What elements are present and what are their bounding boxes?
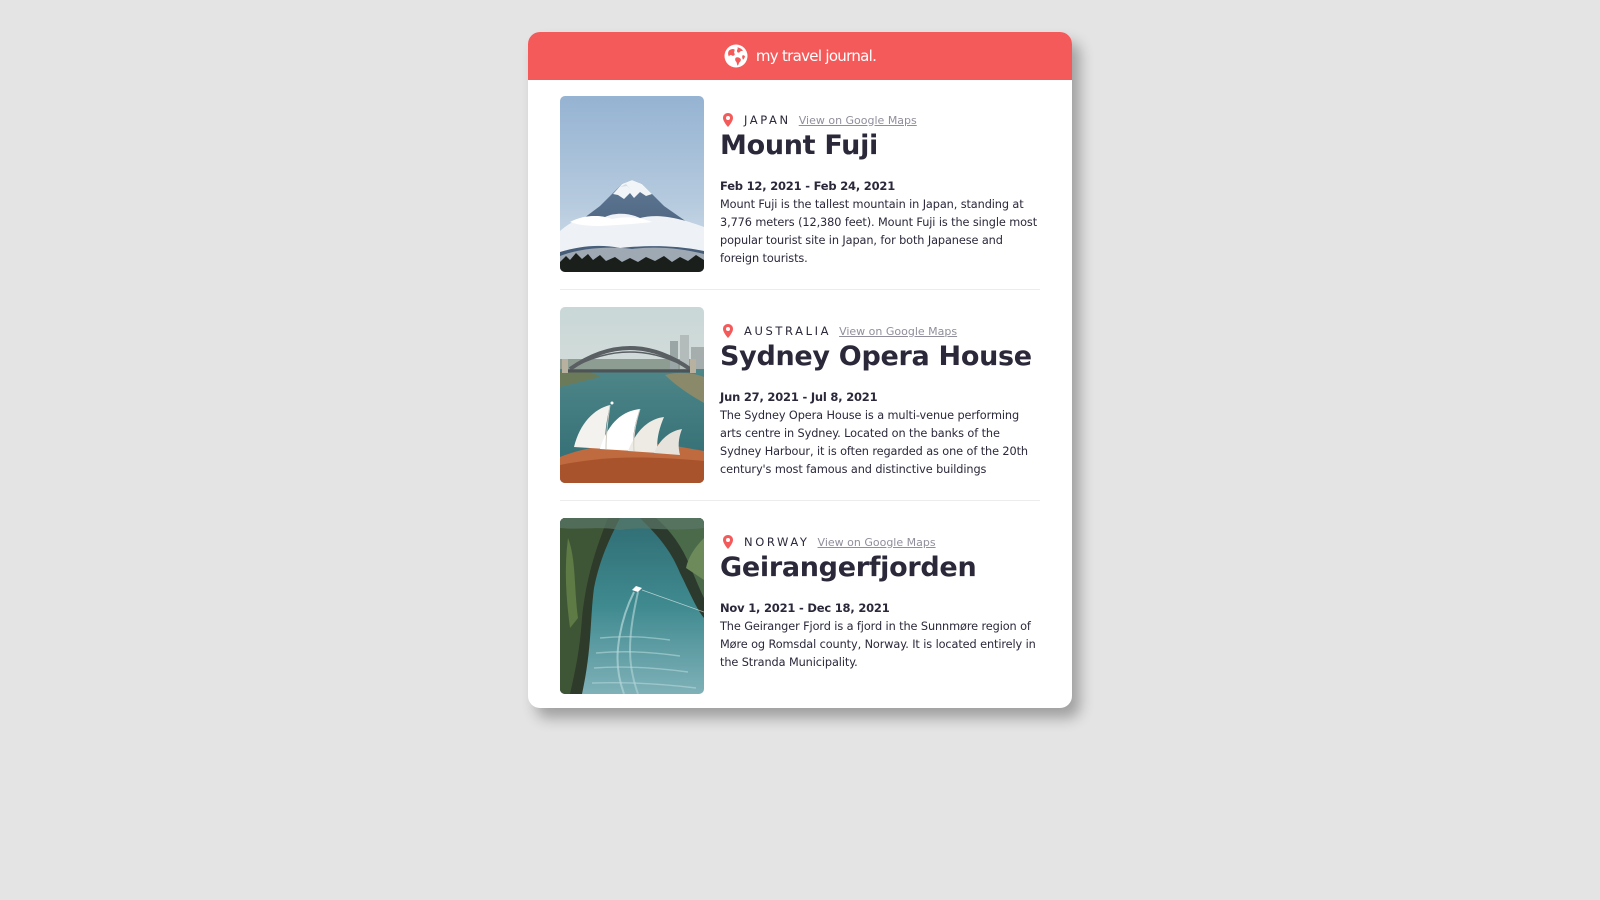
mount-fuji-photo	[560, 96, 704, 272]
google-maps-link[interactable]: View on Google Maps	[839, 325, 957, 338]
google-maps-link[interactable]: View on Google Maps	[818, 536, 936, 549]
entry-divider	[560, 500, 1040, 501]
journal-entry: NORWAY View on Google Maps Geirangerfjor…	[560, 518, 1040, 694]
entry-country: AUSTRALIA	[744, 324, 832, 338]
entry-dates: Feb 12, 2021 - Feb 24, 2021	[720, 179, 895, 193]
entry-country: NORWAY	[744, 535, 810, 549]
entry-description: Mount Fuji is the tallest mountain in Ja…	[720, 198, 1038, 265]
entry-title: Geirangerfjorden	[720, 552, 977, 583]
entry-description: The Sydney Opera House is a multi-venue …	[720, 409, 1028, 476]
app-header: my travel journal.	[528, 32, 1072, 80]
entry-title: Mount Fuji	[720, 130, 878, 161]
location-pin-icon	[720, 323, 736, 339]
sydney-opera-house-photo	[560, 307, 704, 483]
journal-entry: JAPAN View on Google Maps Mount Fuji Feb…	[560, 96, 1040, 272]
travel-journal-card: my travel journal. JAPAN View on Google …	[528, 32, 1072, 708]
location-row: NORWAY View on Google Maps	[720, 534, 1040, 550]
location-row: AUSTRALIA View on Google Maps	[720, 323, 1040, 339]
google-maps-link[interactable]: View on Google Maps	[799, 114, 917, 127]
entry-description: The Geiranger Fjord is a fjord in the Su…	[720, 620, 1036, 669]
app-title: my travel journal.	[755, 47, 877, 65]
journal-entry: AUSTRALIA View on Google Maps Sydney Ope…	[560, 307, 1040, 483]
globe-icon	[724, 44, 748, 68]
entry-details: AUSTRALIA View on Google Maps Sydney Ope…	[720, 307, 1040, 483]
entry-details: NORWAY View on Google Maps Geirangerfjor…	[720, 518, 1040, 694]
entry-country: JAPAN	[744, 113, 791, 127]
entry-details: JAPAN View on Google Maps Mount Fuji Feb…	[720, 96, 1040, 272]
entry-divider	[560, 289, 1040, 290]
entry-title: Sydney Opera House	[720, 341, 1032, 372]
entry-dates: Nov 1, 2021 - Dec 18, 2021	[720, 601, 890, 615]
entry-dates: Jun 27, 2021 - Jul 8, 2021	[720, 390, 878, 404]
entries-list: JAPAN View on Google Maps Mount Fuji Feb…	[528, 80, 1072, 694]
location-row: JAPAN View on Google Maps	[720, 112, 1040, 128]
location-pin-icon	[720, 112, 736, 128]
location-pin-icon	[720, 534, 736, 550]
geirangerfjorden-photo	[560, 518, 704, 694]
